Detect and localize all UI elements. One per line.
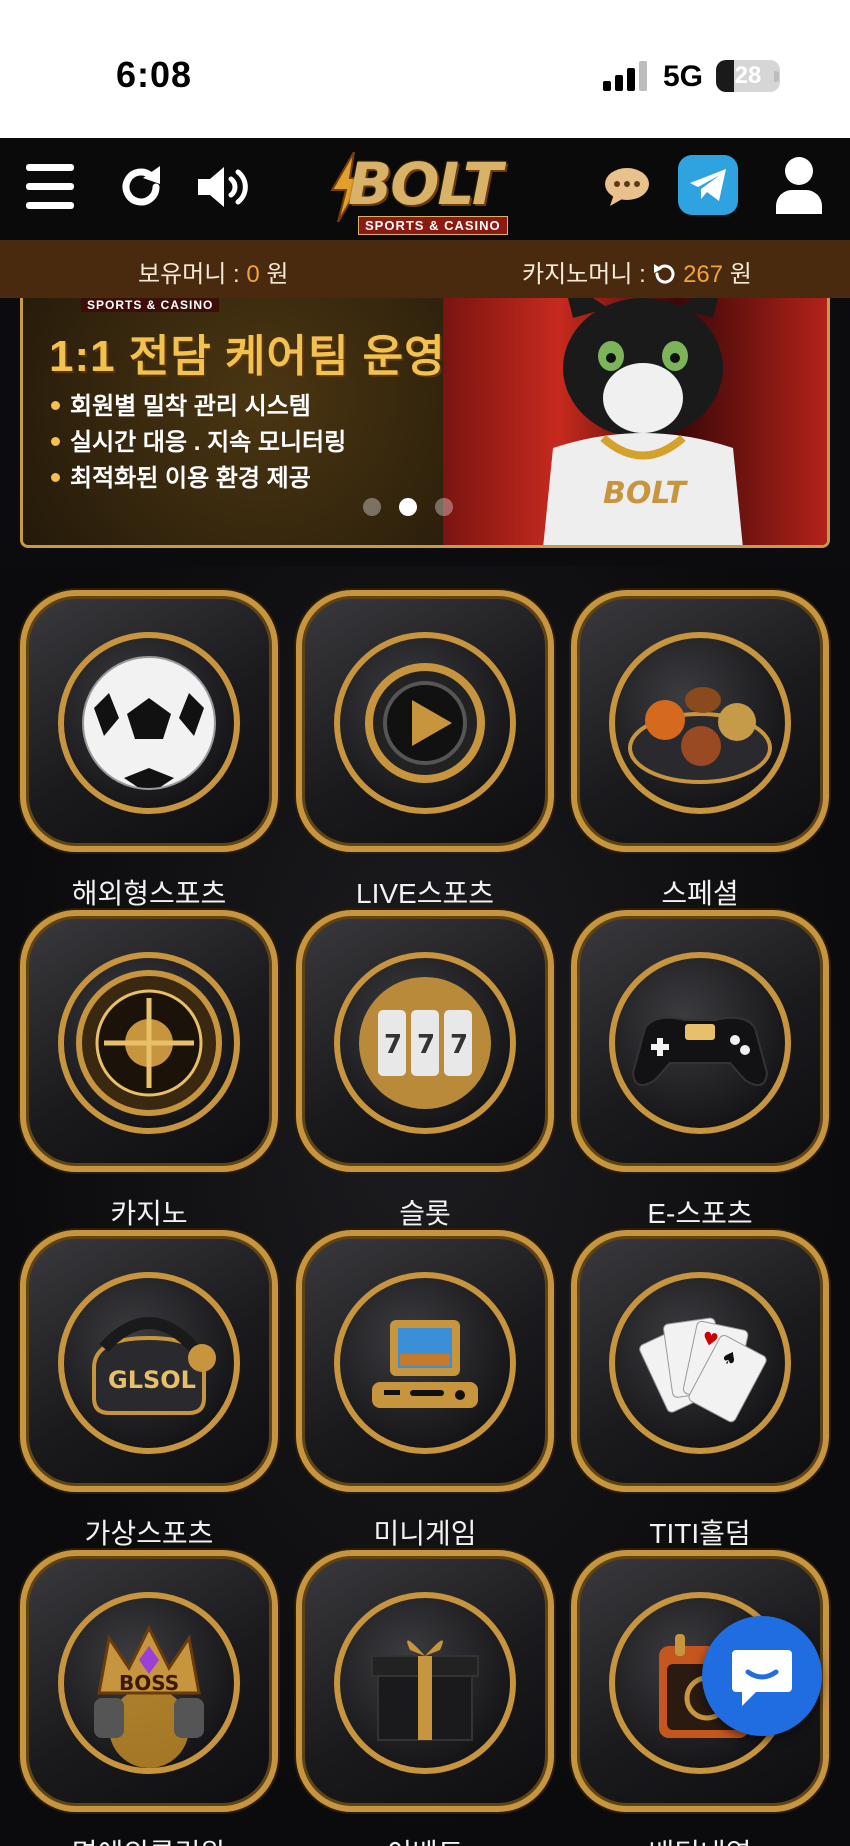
refresh-icon[interactable] bbox=[116, 162, 166, 212]
casino-money: 카지노머니 : 267 원 bbox=[522, 254, 752, 289]
banner-line-1: 회원별 밀착 관리 시스템 bbox=[51, 386, 311, 421]
holding-money-label: 보유머니 : bbox=[138, 261, 247, 288]
banner-pagination[interactable] bbox=[363, 498, 471, 521]
svg-text:BOSS: BOSS bbox=[119, 1671, 179, 1695]
menu-tile-label[interactable]: 이벤트 bbox=[296, 1832, 554, 1846]
casino-money-unit: 원 bbox=[723, 261, 752, 288]
banner-dot[interactable] bbox=[363, 498, 381, 516]
status-time: 6:08 bbox=[116, 54, 193, 95]
holding-money: 보유머니 : 0 원 bbox=[138, 254, 288, 289]
live-chat-button[interactable] bbox=[702, 1616, 822, 1736]
cellular-signal-icon bbox=[603, 61, 647, 91]
promo-banner[interactable]: BOLT SPORTS & CASINO 1:1 전담 케어팀 운영 회원별 밀… bbox=[20, 298, 830, 548]
user-profile-icon[interactable] bbox=[774, 156, 824, 214]
svg-text:7: 7 bbox=[384, 1030, 402, 1060]
menu-tile-label[interactable]: TITI홀덤 bbox=[571, 1512, 829, 1552]
menu-tile[interactable] bbox=[296, 1230, 554, 1492]
status-bar: 6:08 5G 28 bbox=[0, 0, 850, 138]
menu-tile-label[interactable]: E-스포츠 bbox=[571, 1192, 829, 1232]
menu-tile[interactable]: BOSS bbox=[20, 1550, 278, 1812]
svg-text:7: 7 bbox=[450, 1030, 468, 1060]
chat-support-icon bbox=[732, 1650, 792, 1706]
menu-tile[interactable] bbox=[571, 590, 829, 852]
menu-tile-label[interactable]: 해외형스포츠 bbox=[20, 872, 278, 912]
menu-tile[interactable] bbox=[296, 590, 554, 852]
menu-tile[interactable] bbox=[20, 910, 278, 1172]
playing-cards-icon: ♥ ♠ bbox=[609, 1272, 791, 1454]
money-bar: 보유머니 : 0 원 카지노머니 : 267 원 bbox=[0, 240, 850, 298]
menu-tile-label[interactable]: 가상스포츠 bbox=[20, 1512, 278, 1552]
sports-balls-icon bbox=[609, 632, 791, 814]
vr-headset-icon: GLSOL bbox=[58, 1272, 240, 1454]
refresh-money-icon[interactable] bbox=[652, 262, 676, 286]
svg-text:7: 7 bbox=[417, 1030, 435, 1060]
banner-title: 1:1 전담 케어팀 운영 bbox=[49, 332, 446, 381]
menu-tile[interactable]: ♥ ♠ bbox=[571, 1230, 829, 1492]
cat-mascot-image: BOLT bbox=[543, 298, 743, 545]
menu-tile[interactable] bbox=[296, 1550, 554, 1812]
menu-tile[interactable] bbox=[20, 590, 278, 852]
menu-tile-label[interactable]: 배팅내역 bbox=[571, 1832, 829, 1846]
boss-crown-icon: BOSS bbox=[58, 1592, 240, 1774]
holding-money-unit: 원 bbox=[259, 261, 289, 288]
banner-tag: SPORTS & CASINO bbox=[81, 298, 220, 312]
svg-text:BOLT: BOLT bbox=[603, 476, 689, 511]
logo-text: BOLT bbox=[348, 150, 502, 218]
menu-tile-label[interactable]: 스페셜 bbox=[571, 872, 829, 912]
slot-reels-icon: 777 bbox=[334, 952, 516, 1134]
banner-line-2: 실시간 대응 . 지속 모니터링 bbox=[51, 422, 346, 457]
menu-tile[interactable] bbox=[571, 910, 829, 1172]
retro-console-icon bbox=[334, 1272, 516, 1454]
menu-tile-label[interactable]: 카지노 bbox=[20, 1192, 278, 1232]
logo-subtitle: SPORTS & CASINO bbox=[358, 216, 508, 235]
telegram-icon[interactable] bbox=[678, 155, 738, 215]
battery-percent: 28 bbox=[734, 62, 762, 89]
hamburger-menu-icon[interactable] bbox=[26, 164, 74, 210]
menu-tile-label[interactable]: 미니게임 bbox=[296, 1512, 554, 1552]
banner-dot[interactable] bbox=[435, 498, 453, 516]
banner-line-3: 최적화된 이용 환경 제공 bbox=[51, 458, 311, 493]
play-icon bbox=[334, 632, 516, 814]
gamepad-icon bbox=[609, 952, 791, 1134]
menu-tile-label[interactable]: 슬롯 bbox=[296, 1192, 554, 1232]
svg-text:GLSOL: GLSOL bbox=[108, 1366, 196, 1394]
casino-money-label: 카지노머니 : bbox=[522, 261, 653, 288]
menu-tile-label[interactable]: 명예의롤링왕 bbox=[20, 1832, 278, 1846]
speaker-icon[interactable] bbox=[196, 162, 252, 212]
menu-tile[interactable]: 777 bbox=[296, 910, 554, 1172]
bolt-logo[interactable]: BOLT SPORTS & CASINO bbox=[328, 146, 524, 238]
app-header: BOLT SPORTS & CASINO bbox=[0, 138, 850, 240]
casino-money-value: 267 bbox=[683, 261, 724, 288]
menu-tile-label[interactable]: LIVE스포츠 bbox=[296, 872, 554, 912]
gift-box-icon bbox=[334, 1592, 516, 1774]
battery-icon: 28 bbox=[716, 60, 780, 92]
banner-dot[interactable] bbox=[399, 498, 417, 516]
menu-tile[interactable]: GLSOL bbox=[20, 1230, 278, 1492]
battery-nub bbox=[774, 71, 779, 82]
roulette-icon bbox=[58, 952, 240, 1134]
network-type: 5G bbox=[663, 60, 704, 93]
chat-bubble-icon[interactable] bbox=[604, 166, 650, 206]
holding-money-value: 0 bbox=[246, 261, 260, 288]
soccer-ball-icon bbox=[58, 632, 240, 814]
